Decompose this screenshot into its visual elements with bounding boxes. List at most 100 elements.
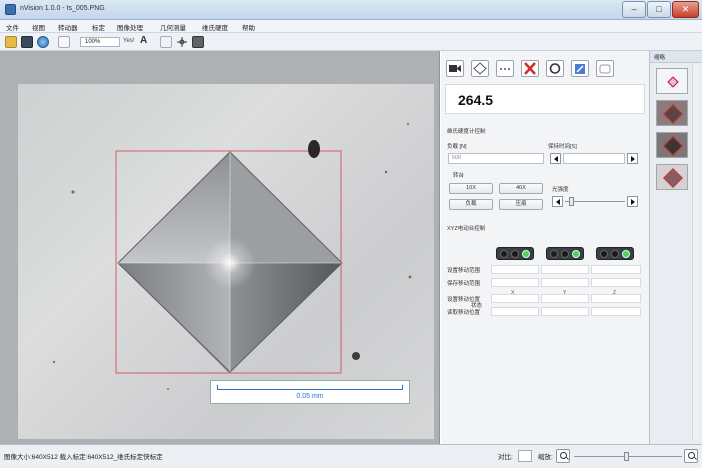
slider-track	[565, 201, 625, 202]
slider-thumb[interactable]	[569, 197, 574, 206]
open-folder-icon[interactable]	[5, 36, 17, 48]
thumbnail-header: 缩略	[650, 51, 702, 63]
load-label: 负载 [N]	[447, 144, 467, 150]
status-dot	[511, 250, 519, 258]
thumbnail-mark	[663, 104, 683, 124]
axis-z-status	[596, 247, 634, 260]
scale-bar: 0.05 mm	[210, 380, 410, 404]
zoom-suffix: Yes!	[123, 38, 135, 44]
video-tool-button[interactable]	[446, 60, 464, 77]
section-hardness-title: 维氏硬度计控制	[447, 129, 486, 135]
grid-tool-button[interactable]	[496, 60, 514, 77]
menu-file[interactable]: 文件	[6, 22, 19, 32]
dwell-decrease-button[interactable]	[550, 153, 561, 164]
y-save-cell[interactable]	[541, 278, 589, 287]
status-bar: 图像大小:640X512 载入标定:640X512_维氏标定快标定 对比: 缩放…	[0, 444, 702, 468]
y-position-cell[interactable]	[541, 294, 589, 303]
pointer-icon[interactable]	[58, 36, 70, 48]
load-input[interactable]: 500	[448, 153, 544, 164]
thumbnail-4[interactable]	[656, 164, 688, 190]
y-read-cell[interactable]	[541, 307, 589, 316]
thumbnail-1[interactable]	[656, 68, 688, 94]
status-dot-green	[622, 250, 630, 258]
objective-40x-button[interactable]: 40X	[499, 183, 543, 194]
dots-icon	[500, 68, 510, 70]
scale-bar-label: 0.05 mm	[296, 393, 324, 400]
menu-vickers[interactable]: 维氏硬度	[202, 22, 228, 32]
load-button[interactable]: 负载	[449, 199, 493, 210]
x-read-cell[interactable]	[491, 307, 539, 316]
zoom-label: 缩放:	[538, 454, 553, 461]
edit-icon	[575, 64, 585, 74]
z-position-cell[interactable]	[591, 294, 641, 303]
camera-capture-icon[interactable]	[192, 36, 204, 48]
z-read-cell[interactable]	[591, 307, 641, 316]
menu-image-processing[interactable]: 图像处理	[117, 22, 143, 32]
zoom-in-icon[interactable]	[684, 449, 698, 463]
y-range-cell[interactable]	[541, 265, 589, 274]
status-dot	[550, 250, 558, 258]
minimize-button[interactable]: –	[622, 1, 646, 18]
thumbnail-scrollbar[interactable]	[692, 65, 700, 440]
font-icon[interactable]: A	[140, 35, 147, 46]
dwell-input[interactable]	[563, 153, 625, 164]
menu-calibration[interactable]: 标定	[92, 22, 105, 32]
frame-icon	[599, 64, 611, 74]
zoom-slider-thumb[interactable]	[624, 452, 629, 461]
status-text: 图像大小:640X512 载入标定:640X512_维氏标定快标定	[4, 454, 163, 461]
image-viewport[interactable]: 0.05 mm	[0, 51, 440, 444]
brightness-label: 光强度	[552, 187, 569, 193]
crosshair-icon[interactable]	[176, 36, 188, 48]
brightness-slider[interactable]	[565, 196, 625, 207]
refresh-icon	[549, 63, 561, 74]
x-position-cell[interactable]	[491, 294, 539, 303]
maximize-button[interactable]: □	[647, 1, 671, 18]
status-dot	[500, 250, 508, 258]
menu-help[interactable]: 帮助	[242, 22, 255, 32]
video-icon	[449, 65, 461, 72]
indent-button[interactable]: 压痕	[499, 199, 543, 210]
diamond-tool-button[interactable]	[471, 60, 489, 77]
measurement-readout: 264.5	[445, 84, 645, 114]
delete-tool-button[interactable]	[521, 60, 539, 77]
close-button[interactable]: ✕	[672, 1, 699, 18]
camera-icon[interactable]	[37, 36, 49, 48]
brightness-increase-button[interactable]	[627, 196, 638, 207]
zoom-select[interactable]: 100%	[80, 37, 120, 47]
menu-geometry[interactable]: 几何测量	[160, 22, 186, 32]
status-dot	[600, 250, 608, 258]
status-dot-green	[522, 250, 530, 258]
z-range-cell[interactable]	[591, 265, 641, 274]
thumbnail-mark	[667, 76, 679, 88]
status-dot	[611, 250, 619, 258]
dwell-increase-button[interactable]	[627, 153, 638, 164]
zoom-slider[interactable]	[574, 451, 682, 462]
app-icon	[5, 4, 16, 15]
title-bar: nVision 1.0.0 - ts_005.PNG – □ ✕	[0, 0, 702, 20]
contrast-box[interactable]	[518, 450, 532, 462]
read-position-label: 读取移动位置	[447, 310, 481, 316]
blank-tool-button[interactable]	[596, 60, 614, 77]
refresh-tool-button[interactable]	[546, 60, 564, 77]
diamond-icon	[473, 62, 487, 75]
save-icon[interactable]	[21, 36, 33, 48]
thumbnail-3[interactable]	[656, 132, 688, 158]
x-save-cell[interactable]	[491, 278, 539, 287]
thumbnail-2[interactable]	[656, 100, 688, 126]
zoom-out-icon[interactable]	[556, 449, 570, 463]
thumbnail-mark	[663, 168, 683, 188]
status-dot	[561, 250, 569, 258]
x-range-cell[interactable]	[491, 265, 539, 274]
axis-x-status	[496, 247, 534, 260]
brightness-decrease-button[interactable]	[552, 196, 563, 207]
edit-tool-button[interactable]	[571, 60, 589, 77]
thumbnail-header-label: 缩略	[654, 55, 666, 61]
objective-10x-button[interactable]: 10X	[449, 183, 493, 194]
menu-view[interactable]: 视图	[32, 22, 45, 32]
z-save-cell[interactable]	[591, 278, 641, 287]
axis-y-status	[546, 247, 584, 260]
hardness-value: 264.5	[458, 92, 494, 108]
select-icon[interactable]	[160, 36, 172, 48]
status-dot-green	[572, 250, 580, 258]
menu-turret[interactable]: 转动器	[58, 22, 78, 32]
